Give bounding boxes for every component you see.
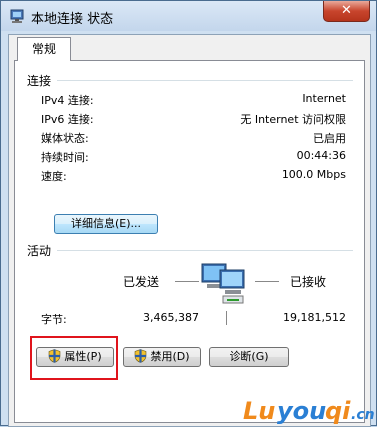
received-line (255, 281, 279, 282)
window-title: 本地连接 状态 (31, 12, 114, 27)
title-bar[interactable]: 本地连接 状态 ✕ (1, 1, 376, 31)
diagnose-button-label: 诊断(G) (229, 350, 269, 363)
bytes-received-value: 19,181,512 (283, 311, 346, 324)
media-state-value: 已启用 (313, 132, 346, 145)
activity-heading: 活动 (27, 244, 52, 258)
tab-general[interactable]: 常规 (17, 37, 71, 61)
site-watermark: Lu you qi .cn (243, 397, 375, 425)
svg-text:.cn: .cn (351, 407, 375, 423)
status-dialog: 本地连接 状态 ✕ 常规 连接 IPv4 连接: Internet IPv6 连… (0, 0, 377, 427)
duration-value: 00:44:36 (296, 149, 346, 162)
bytes-sent-value: 3,465,387 (143, 311, 199, 324)
sent-label: 已发送 (123, 275, 160, 289)
svg-text:qi: qi (325, 397, 351, 425)
details-button[interactable]: 详细信息(E)... (54, 214, 158, 234)
ipv4-label: IPv4 连接: (41, 94, 94, 107)
connection-heading: 连接 (27, 74, 52, 88)
network-computers-icon (201, 263, 245, 304)
close-button[interactable]: ✕ (323, 1, 370, 22)
duration-label: 持续时间: (41, 151, 89, 164)
svg-text:Lu: Lu (243, 397, 275, 425)
media-state-label: 媒体状态: (41, 132, 89, 145)
activity-link-line (226, 311, 227, 325)
received-label: 已接收 (290, 275, 327, 289)
diagnose-button[interactable]: 诊断(G) (209, 347, 289, 367)
speed-label: 速度: (41, 170, 67, 183)
ipv6-label: IPv6 连接: (41, 113, 94, 126)
speed-value: 100.0 Mbps (281, 168, 346, 181)
svg-text:you: you (277, 397, 326, 425)
connection-separator (57, 80, 353, 81)
activity-separator (57, 250, 353, 251)
sent-line (175, 281, 199, 282)
uac-shield-icon (135, 349, 147, 363)
ipv4-value: Internet (302, 92, 346, 105)
network-connection-icon (10, 9, 24, 23)
disable-button[interactable]: 禁用(D) (123, 347, 201, 367)
disable-button-label: 禁用(D) (150, 350, 190, 363)
ipv6-value: 无 Internet 访问权限 (240, 113, 346, 126)
tab-general-label: 常规 (31, 42, 56, 56)
close-icon: ✕ (341, 3, 352, 18)
bytes-label: 字节: (41, 313, 67, 326)
highlight-annotation-box (30, 336, 118, 380)
